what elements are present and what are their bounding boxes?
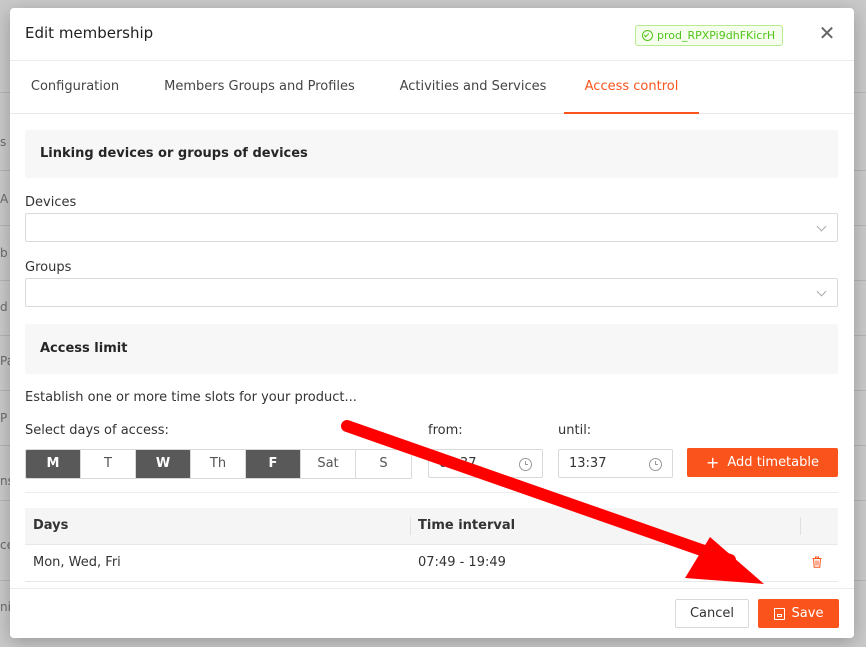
add-timetable-button[interactable]: + Add timetable (687, 448, 838, 477)
modal-title: Edit membership (25, 24, 154, 42)
until-time-input[interactable]: 13:37 (558, 449, 673, 478)
row-time-interval: 07:49 - 19:49 (418, 555, 506, 570)
column-separator (800, 517, 801, 535)
save-icon (773, 607, 785, 620)
timetable-table: Days Time interval Mon, Wed, Fri 07:49 -… (25, 508, 838, 582)
linking-section-header: Linking devices or groups of devices (25, 130, 838, 178)
day-toggle-sunday[interactable]: S (356, 450, 411, 478)
day-toggle-saturday[interactable]: Sat (301, 450, 356, 478)
divider (25, 492, 838, 493)
day-toggle-thursday[interactable]: Th (191, 450, 246, 478)
modal-footer: Cancel Save (10, 588, 854, 638)
day-toggle-wednesday[interactable]: W (136, 450, 191, 478)
from-label: from: (428, 423, 463, 438)
check-circle-icon (642, 30, 653, 41)
tab-bar: Configuration Members Groups and Profile… (10, 61, 854, 114)
add-timetable-label: Add timetable (727, 455, 819, 470)
tab-members-groups-profiles[interactable]: Members Groups and Profiles (157, 61, 362, 113)
product-id-text: prod_RPXPi9dhFKicrH (657, 29, 776, 42)
column-separator (410, 517, 411, 535)
column-header-time-interval: Time interval (418, 518, 516, 533)
save-button[interactable]: Save (758, 599, 839, 628)
day-toggle-monday[interactable]: M (26, 450, 81, 478)
tab-activities-services[interactable]: Activities and Services (393, 61, 553, 113)
clock-icon (649, 458, 662, 471)
access-limit-title: Access limit (40, 341, 128, 356)
devices-label: Devices (25, 195, 77, 210)
row-days: Mon, Wed, Fri (33, 555, 121, 570)
access-limit-section-header: Access limit (25, 324, 838, 374)
days-selector: M T W Th F Sat S (25, 449, 412, 479)
cancel-button[interactable]: Cancel (675, 599, 749, 628)
groups-label: Groups (25, 260, 72, 275)
close-icon[interactable]: ✕ (817, 23, 837, 43)
day-toggle-friday[interactable]: F (246, 450, 301, 478)
plus-icon: + (705, 452, 720, 472)
linking-section-title: Linking devices or groups of devices (40, 146, 308, 161)
tab-access-control[interactable]: Access control (564, 61, 699, 114)
access-control-panel: Linking devices or groups of devices Dev… (10, 114, 854, 588)
save-label: Save (791, 606, 824, 621)
from-time-input[interactable]: 07:37 (428, 449, 543, 478)
until-time-value: 13:37 (569, 456, 607, 471)
trash-icon[interactable] (812, 556, 822, 568)
timeslot-hint: Establish one or more time slots for you… (25, 390, 357, 405)
column-header-days: Days (33, 518, 69, 533)
days-label: Select days of access: (25, 423, 169, 438)
day-toggle-tuesday[interactable]: T (81, 450, 136, 478)
chevron-down-icon (816, 221, 827, 232)
groups-select[interactable] (25, 278, 838, 307)
chevron-down-icon (816, 286, 827, 297)
product-id-badge: prod_RPXPi9dhFKicrH (635, 25, 784, 46)
edit-membership-dialog: Edit membership prod_RPXPi9dhFKicrH ✕ Co… (10, 8, 854, 638)
from-time-value: 07:37 (439, 456, 477, 471)
table-row: Mon, Wed, Fri 07:49 - 19:49 (25, 545, 838, 582)
devices-select[interactable] (25, 213, 838, 242)
until-label: until: (558, 423, 592, 438)
clock-icon (519, 458, 532, 471)
tab-configuration[interactable]: Configuration (25, 61, 125, 113)
modal-header: Edit membership prod_RPXPi9dhFKicrH ✕ (10, 8, 854, 61)
table-header: Days Time interval (25, 508, 838, 545)
